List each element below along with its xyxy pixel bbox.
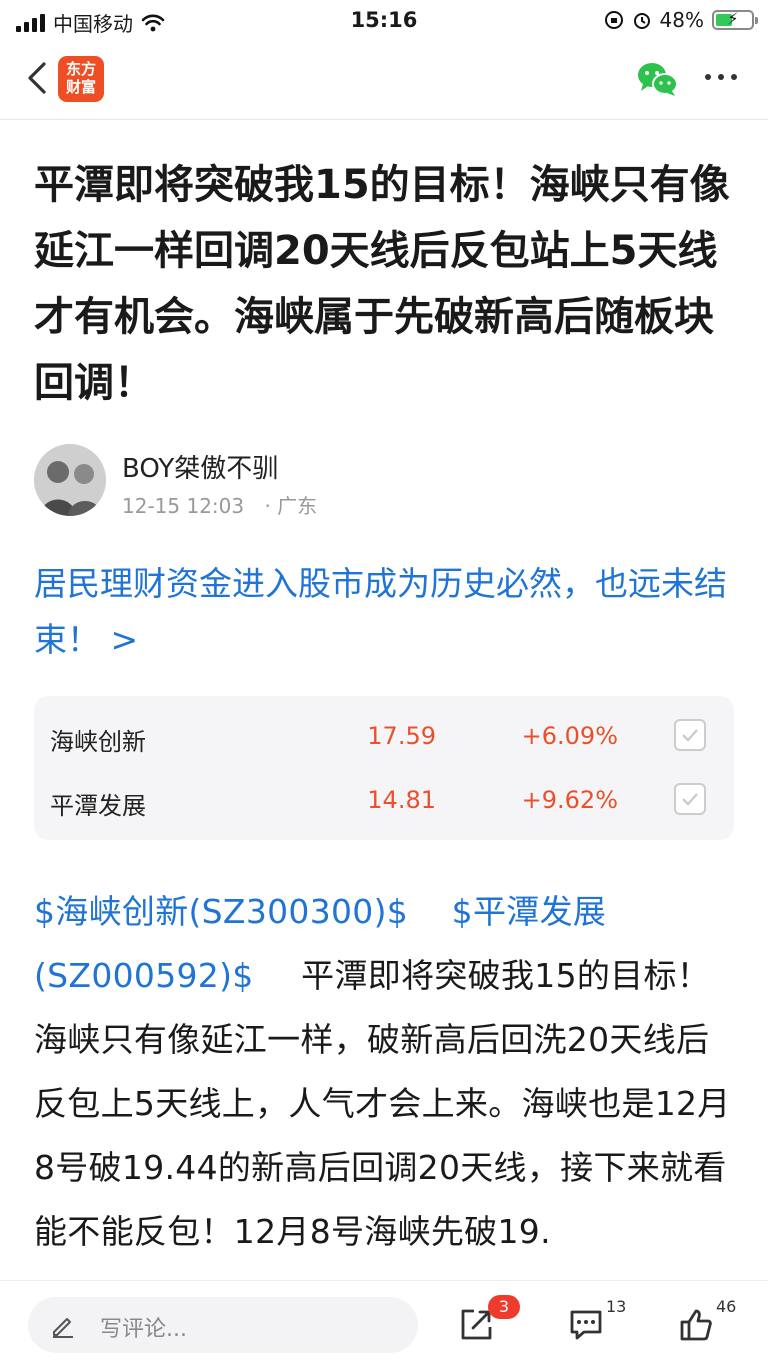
- comment-bubble-icon: [570, 1310, 602, 1340]
- stock-change: +6.09%: [521, 722, 618, 750]
- comment-placeholder: 写评论...: [100, 1317, 187, 1342]
- stock-change: +9.62%: [521, 786, 618, 814]
- article-body: $海峡创新(SZ300300)$ $平潭发展(SZ000592)$ 平潭即将突破…: [34, 880, 736, 1264]
- orientation-lock-icon: [604, 11, 623, 29]
- stock-price: 14.81: [367, 786, 436, 814]
- related-article-link[interactable]: 居民理财资金进入股市成为历史必然，也远未结束！ >: [34, 556, 734, 668]
- post-location: · 广东: [264, 494, 318, 518]
- stock-row[interactable]: 平潭发展 14.81 +9.62%: [34, 768, 734, 832]
- add-watchlist-checkbox[interactable]: [674, 783, 706, 815]
- alarm-icon: [633, 13, 650, 29]
- stock-quote-box: 海峡创新 17.59 +6.09% 平潭发展 14.81 +9.62%: [34, 696, 734, 840]
- check-icon: [682, 793, 698, 806]
- more-dots-icon[interactable]: [704, 70, 738, 84]
- stock-tag-link[interactable]: $海峡创新(SZ300300)$: [34, 892, 408, 931]
- stock-row[interactable]: 海峡创新 17.59 +6.09%: [34, 704, 734, 768]
- battery-percent: 48%: [659, 8, 704, 32]
- status-right: 48% ⚡: [604, 8, 758, 32]
- article-body-text: 平潭即将突破我15的目标！海峡只有像延江一样，破新高后回洗20天线后反包上5天线…: [34, 956, 731, 1251]
- logo-line-2: 财富: [65, 78, 96, 96]
- like-count: 46: [716, 1297, 737, 1316]
- author-name[interactable]: BOY桀傲不驯: [122, 448, 278, 485]
- avatar[interactable]: [34, 444, 106, 516]
- chevron-left-icon[interactable]: [22, 58, 56, 98]
- author-meta: 12-15 12:03 · 广东: [122, 490, 317, 519]
- check-icon: [682, 729, 698, 742]
- share-button[interactable]: 3: [452, 1295, 520, 1351]
- add-watchlist-checkbox[interactable]: [674, 719, 706, 751]
- status-bar: 中国移动 15:16 48% ⚡: [0, 0, 768, 40]
- article-title: 平潭即将突破我15的目标！海峡只有像延江一样回调20天线后反包站上5天线才有机会…: [34, 162, 730, 406]
- stock-name: 平潭发展: [50, 792, 146, 820]
- comment-count: 13: [606, 1297, 627, 1316]
- author-block[interactable]: BOY桀傲不驯 12-15 12:03 · 广东: [34, 444, 734, 518]
- bottom-action-bar: 写评论... 3 13 46: [0, 1280, 768, 1366]
- logo-line-1: 东方: [65, 60, 96, 78]
- battery-icon: ⚡: [712, 9, 758, 30]
- wechat-icon[interactable]: [636, 60, 678, 98]
- post-datetime: 12-15 12:03: [122, 494, 245, 518]
- stock-price: 17.59: [367, 722, 436, 750]
- share-badge: 3: [488, 1295, 520, 1319]
- nav-bar: 东方 财富: [0, 40, 768, 120]
- like-button[interactable]: 46: [672, 1295, 736, 1351]
- thumbs-up-icon: [680, 1309, 712, 1341]
- pencil-icon: [53, 1318, 73, 1338]
- app-logo: 东方 财富: [58, 56, 104, 102]
- comments-button[interactable]: 13: [562, 1295, 626, 1351]
- stock-name: 海峡创新: [50, 728, 146, 756]
- comment-input[interactable]: 写评论...: [28, 1297, 418, 1353]
